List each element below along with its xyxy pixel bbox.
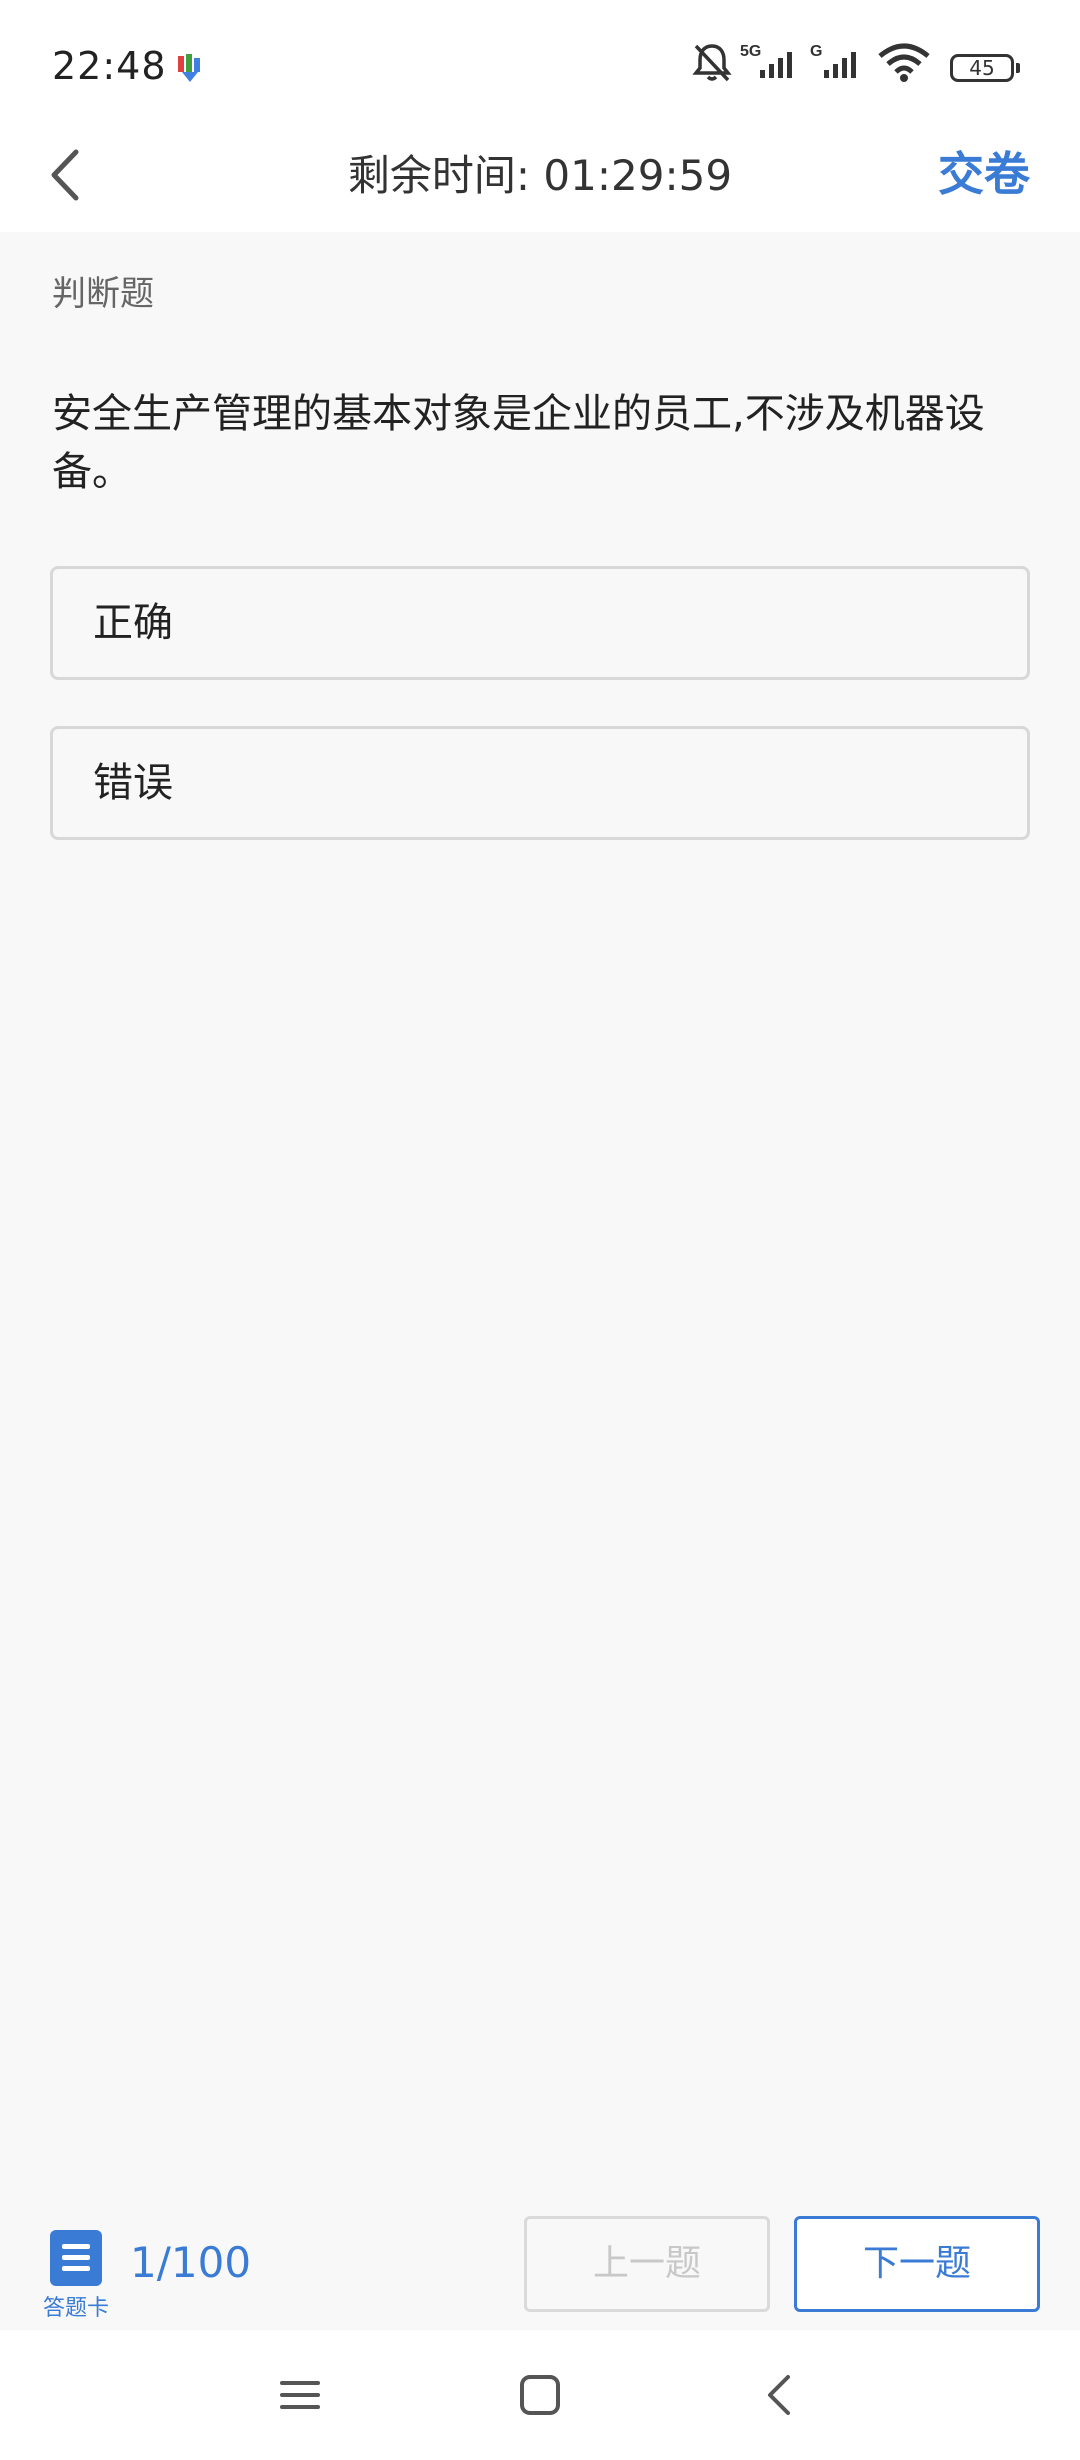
menu-icon[interactable] xyxy=(270,2365,330,2425)
exam-header: 剩余时间: 01:29:59 交卷 xyxy=(0,120,1080,232)
status-icons: 5G G 45 xyxy=(690,40,1030,90)
system-nav-bar xyxy=(0,2330,1080,2460)
previous-question-button[interactable]: 上一题 xyxy=(524,2216,770,2312)
option-label: 错误 xyxy=(93,760,173,806)
home-icon[interactable] xyxy=(510,2365,570,2425)
nav-back-icon[interactable] xyxy=(750,2365,810,2425)
status-bar: 22:48 5G G 45 xyxy=(0,0,1080,120)
answer-card-button[interactable]: 答题卡 xyxy=(36,2226,116,2322)
question-progress: 1/100 xyxy=(130,2238,252,2287)
battery-icon: 45 xyxy=(950,54,1020,82)
option-false[interactable]: 错误 xyxy=(50,726,1030,840)
bell-off-icon xyxy=(692,44,732,82)
app-download-icon xyxy=(178,54,200,82)
svg-text:G: G xyxy=(810,43,822,60)
question-type-label: 判断题 xyxy=(52,274,154,314)
answer-card-label: 答题卡 xyxy=(42,2296,109,2321)
submit-exam-button[interactable]: 交卷 xyxy=(938,138,1030,204)
wifi-icon xyxy=(878,43,930,82)
remaining-time: 剩余时间: 01:29:59 xyxy=(347,151,733,200)
question-text: 安全生产管理的基本对象是企业的员工,不涉及机器设备。 xyxy=(52,391,985,495)
5g-signal-icon: 5G xyxy=(740,43,792,78)
option-true[interactable]: 正确 xyxy=(50,566,1030,680)
g-signal-icon: G xyxy=(810,43,856,78)
list-icon xyxy=(50,2230,102,2286)
next-question-button[interactable]: 下一题 xyxy=(794,2216,1040,2312)
svg-text:5G: 5G xyxy=(740,43,761,60)
option-label: 正确 xyxy=(93,600,173,646)
status-time: 22:48 xyxy=(52,44,167,88)
